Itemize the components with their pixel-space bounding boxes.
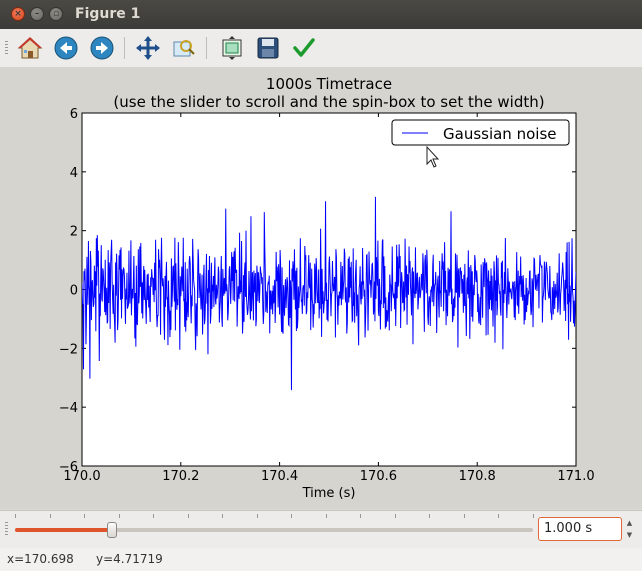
spinbox-arrows[interactable]: ▲ ▼ <box>622 517 637 541</box>
window-title: Figure 1 <box>75 6 141 22</box>
close-icon: × <box>14 9 22 19</box>
chart-title: 1000s Timetrace <box>266 75 392 93</box>
home-button[interactable] <box>16 34 44 62</box>
legend-label-gaussian-noise: Gaussian noise <box>443 125 556 143</box>
back-icon <box>54 36 78 60</box>
home-icon <box>17 37 43 59</box>
cursor-x-readout: x=170.698 <box>7 552 74 566</box>
width-spinbox-input[interactable]: 1.000 s <box>538 517 622 541</box>
chart-subtitle: (use the slider to scroll and the spin-b… <box>113 93 544 111</box>
slider-tick <box>222 514 224 518</box>
slider-handle[interactable] <box>107 522 118 538</box>
slider-tick <box>360 514 362 518</box>
subplots-button[interactable] <box>218 34 246 62</box>
toolbar-grip[interactable] <box>5 41 8 56</box>
slider-tick <box>533 514 534 518</box>
slider-tick <box>118 514 120 518</box>
x-tick-label: 170.8 <box>459 469 496 484</box>
edit-button[interactable] <box>290 34 318 62</box>
y-tick-label: −4 <box>59 401 78 416</box>
x-axis-label: Time (s) <box>302 486 356 501</box>
save-button[interactable] <box>254 34 282 62</box>
maximize-icon: ▫ <box>52 9 60 19</box>
toolbar-separator <box>206 37 207 59</box>
y-tick-label: −2 <box>59 342 78 357</box>
slider-tick <box>429 514 431 518</box>
minimize-icon: – <box>34 9 40 19</box>
slider-tick <box>187 514 189 518</box>
pan-icon <box>136 36 160 60</box>
forward-icon <box>90 36 114 60</box>
spin-down-icon[interactable]: ▼ <box>622 529 637 541</box>
y-tick-label: 6 <box>70 107 78 122</box>
slider-tick <box>291 514 293 518</box>
figure-canvas[interactable]: 1000s Timetrace (use the slider to scrol… <box>0 67 642 509</box>
legend[interactable]: Gaussian noise <box>391 119 570 146</box>
scroll-controls: 1.000 s ▲ ▼ <box>0 510 642 549</box>
time-slider[interactable] <box>15 522 533 538</box>
slider-tick <box>394 514 396 518</box>
slider-fill <box>15 528 113 532</box>
x-tick-label: 170.2 <box>162 469 199 484</box>
y-tick-label: 0 <box>70 284 78 299</box>
controls-grip <box>5 522 8 537</box>
window-titlebar: × – ▫ Figure 1 <box>0 0 642 29</box>
x-tick-label: 171.0 <box>557 469 594 484</box>
cursor-y-readout: y=4.71719 <box>96 552 163 566</box>
x-tick-label: 170.4 <box>261 469 298 484</box>
navigation-toolbar <box>0 29 642 68</box>
slider-tick <box>49 514 51 518</box>
back-button[interactable] <box>52 34 80 62</box>
slider-tick <box>153 514 155 518</box>
window-minimize-button[interactable]: – <box>30 7 44 21</box>
spin-up-icon[interactable]: ▲ <box>622 517 637 529</box>
zoom-button[interactable] <box>170 34 198 62</box>
save-icon <box>257 37 279 59</box>
slider-tick <box>256 514 258 518</box>
slider-tick <box>463 514 465 518</box>
zoom-icon <box>173 40 195 57</box>
slider-tick <box>498 514 500 518</box>
y-tick-label: −6 <box>59 460 78 475</box>
y-tick-label: 2 <box>70 225 78 240</box>
window-close-button[interactable]: × <box>11 7 25 21</box>
forward-button[interactable] <box>88 34 116 62</box>
pan-button[interactable] <box>134 34 162 62</box>
status-bar: x=170.698 y=4.71719 <box>0 548 642 571</box>
edit-icon <box>293 38 315 57</box>
slider-tick <box>325 514 327 518</box>
x-tick-label: 170.6 <box>360 469 397 484</box>
timetrace-chart[interactable]: 1000s Timetrace (use the slider to scrol… <box>0 67 642 509</box>
slider-tick <box>15 514 16 518</box>
subplots-icon <box>222 36 242 60</box>
toolbar-separator <box>124 37 125 59</box>
window-maximize-button[interactable]: ▫ <box>49 7 63 21</box>
slider-tick <box>84 514 86 518</box>
y-tick-label: 4 <box>70 166 78 181</box>
